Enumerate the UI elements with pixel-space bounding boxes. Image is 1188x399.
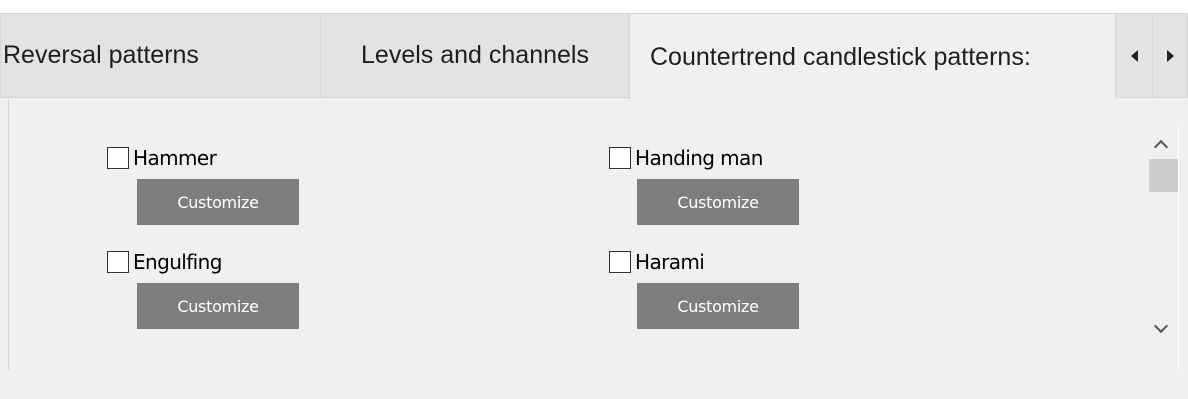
tab-levels-and-channels[interactable]: Levels and channels xyxy=(320,13,630,98)
handing-man-customize-button[interactable]: Customize xyxy=(637,179,799,225)
engulfing-label: Engulfing xyxy=(133,250,222,274)
tab-countertrend-candlestick-patterns[interactable]: Countertrend candlestick patterns: xyxy=(629,13,1117,100)
tab-scroll-right-button[interactable] xyxy=(1152,13,1188,98)
option-harami[interactable]: Harami xyxy=(609,249,705,275)
hammer-checkbox[interactable] xyxy=(107,147,129,169)
option-handing-man[interactable]: Handing man xyxy=(609,145,763,171)
scrollbar-thumb[interactable] xyxy=(1149,159,1178,192)
engulfing-checkbox[interactable] xyxy=(107,251,129,273)
tab-scroll-left-button[interactable] xyxy=(1115,13,1153,98)
triangle-right-icon xyxy=(1166,49,1174,62)
hammer-customize-button[interactable]: Customize xyxy=(137,179,299,225)
tab-label: Countertrend candlestick patterns: xyxy=(650,42,1031,71)
harami-checkbox[interactable] xyxy=(609,251,631,273)
handing-man-label: Handing man xyxy=(635,146,763,170)
window-top-strip xyxy=(0,0,1188,13)
triangle-left-icon xyxy=(1130,49,1138,62)
option-hammer[interactable]: Hammer xyxy=(107,145,217,171)
harami-label: Harami xyxy=(635,250,705,274)
handing-man-checkbox[interactable] xyxy=(609,147,631,169)
chevron-down-icon[interactable] xyxy=(1153,318,1169,334)
tab-label: Reversal patterns xyxy=(3,41,199,69)
vertical-scrollbar[interactable] xyxy=(1147,125,1179,371)
tab-label: Levels and channels xyxy=(361,41,589,69)
chevron-up-icon[interactable] xyxy=(1153,139,1169,155)
scrollbar-edge-line xyxy=(1178,125,1179,371)
tab-reversal-patterns[interactable]: Reversal patterns xyxy=(0,13,321,98)
tab-content-panel xyxy=(8,99,1188,370)
engulfing-customize-button[interactable]: Customize xyxy=(137,283,299,329)
hammer-label: Hammer xyxy=(133,146,217,170)
harami-customize-button[interactable]: Customize xyxy=(637,283,799,329)
option-engulfing[interactable]: Engulfing xyxy=(107,249,222,275)
